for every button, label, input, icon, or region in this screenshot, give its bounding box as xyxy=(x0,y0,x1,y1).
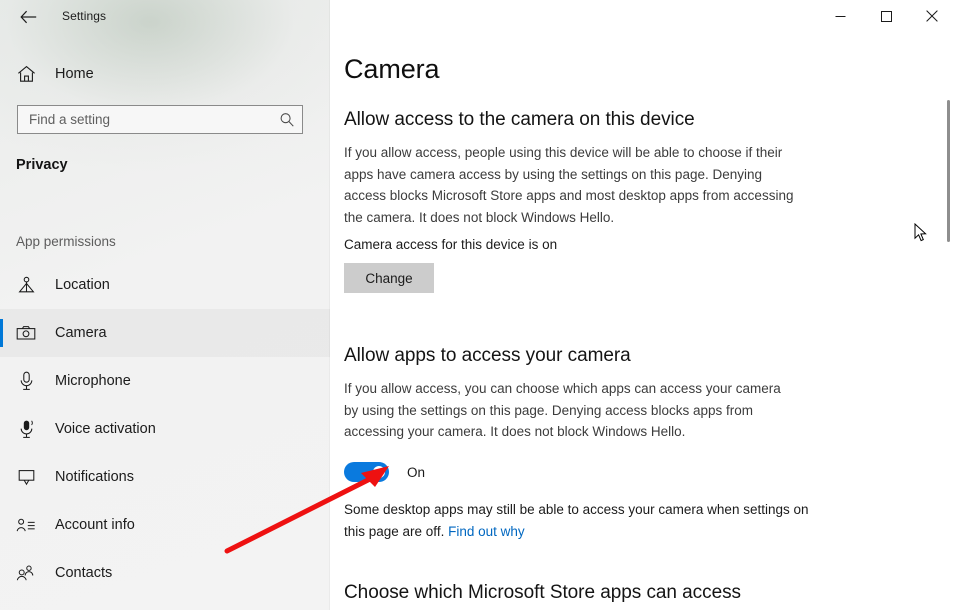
selection-accent-bar xyxy=(0,463,3,491)
selection-accent-bar xyxy=(0,511,3,539)
selection-accent-bar xyxy=(0,367,3,395)
back-button[interactable] xyxy=(6,2,50,32)
toggle-knob xyxy=(373,466,385,478)
location-pin-icon xyxy=(16,275,36,295)
content-pane: Camera Allow access to the camera on thi… xyxy=(330,0,955,610)
window-titlebar-left: Settings xyxy=(0,0,330,32)
home-icon xyxy=(16,64,36,84)
sidebar: Settings Home Privacy App permis xyxy=(0,0,330,610)
window-controls xyxy=(817,0,955,32)
sidebar-item-microphone[interactable]: Microphone xyxy=(0,357,330,405)
desktop-apps-note-text: Some desktop apps may still be able to a… xyxy=(344,502,809,539)
sidebar-nav-list: Location Camera Microphone Voice activat… xyxy=(0,261,330,610)
desktop-apps-note: Some desktop apps may still be able to a… xyxy=(344,499,814,542)
sidebar-group-label: App permissions xyxy=(16,234,116,249)
sidebar-item-voice-activation[interactable]: Voice activation xyxy=(0,405,330,453)
microphone-icon xyxy=(16,371,36,391)
close-button[interactable] xyxy=(909,0,955,32)
camera-icon xyxy=(16,323,36,343)
store-apps-heading: Choose which Microsoft Store apps can ac… xyxy=(344,582,741,603)
maximize-button[interactable] xyxy=(863,0,909,32)
sidebar-item-camera-label: Camera xyxy=(55,325,107,341)
contacts-icon xyxy=(16,563,36,583)
sidebar-item-location-label: Location xyxy=(55,277,110,293)
device-access-status: Camera access for this device is on xyxy=(344,237,558,252)
device-access-description: If you allow access, people using this d… xyxy=(344,145,794,225)
search-input[interactable] xyxy=(18,106,274,133)
sidebar-item-voice-activation-label: Voice activation xyxy=(55,421,156,437)
sidebar-item-location[interactable]: Location xyxy=(0,261,330,309)
sidebar-item-account-info[interactable]: Account info xyxy=(0,501,330,549)
search-icon[interactable] xyxy=(274,106,300,133)
page-title: Camera xyxy=(344,54,440,84)
selection-accent-bar xyxy=(0,319,3,347)
selection-accent-bar xyxy=(0,559,3,587)
search-box[interactable] xyxy=(17,105,303,134)
apps-access-description: If you allow access, you can choose whic… xyxy=(344,381,781,439)
change-button[interactable]: Change xyxy=(344,263,434,293)
scrollbar-thumb[interactable] xyxy=(947,100,950,242)
minimize-button[interactable] xyxy=(817,0,863,32)
apps-access-heading: Allow apps to access your camera xyxy=(344,345,631,366)
device-access-heading: Allow access to the camera on this devic… xyxy=(344,109,695,130)
window-title: Settings xyxy=(62,9,107,23)
content-scrollbar[interactable] xyxy=(939,32,955,610)
sidebar-item-home[interactable]: Home xyxy=(0,58,330,90)
sidebar-item-contacts[interactable]: Contacts xyxy=(0,549,330,597)
camera-apps-toggle-label: On xyxy=(407,464,426,480)
find-out-why-link[interactable]: Find out why xyxy=(448,524,525,539)
mouse-cursor xyxy=(914,222,928,248)
sidebar-item-calendar[interactable]: Calendar xyxy=(0,597,330,610)
camera-apps-toggle[interactable] xyxy=(344,462,389,482)
sidebar-item-account-info-label: Account info xyxy=(55,517,135,533)
sidebar-item-contacts-label: Contacts xyxy=(55,565,113,581)
camera-apps-toggle-row: On xyxy=(344,462,425,482)
voice-activation-icon xyxy=(16,419,36,439)
sidebar-item-home-label: Home xyxy=(55,66,94,82)
sidebar-category-title: Privacy xyxy=(16,157,68,173)
account-info-icon xyxy=(16,515,36,535)
settings-window: Settings Home Privacy App permis xyxy=(0,0,955,610)
notification-bubble-icon xyxy=(16,467,36,487)
sidebar-item-notifications-label: Notifications xyxy=(55,469,134,485)
selection-accent-bar xyxy=(0,271,3,299)
sidebar-item-microphone-label: Microphone xyxy=(55,373,131,389)
sidebar-item-camera[interactable]: Camera xyxy=(0,309,330,357)
window-titlebar-right xyxy=(330,0,955,32)
selection-accent-bar xyxy=(0,415,3,443)
sidebar-item-notifications[interactable]: Notifications xyxy=(0,453,330,501)
